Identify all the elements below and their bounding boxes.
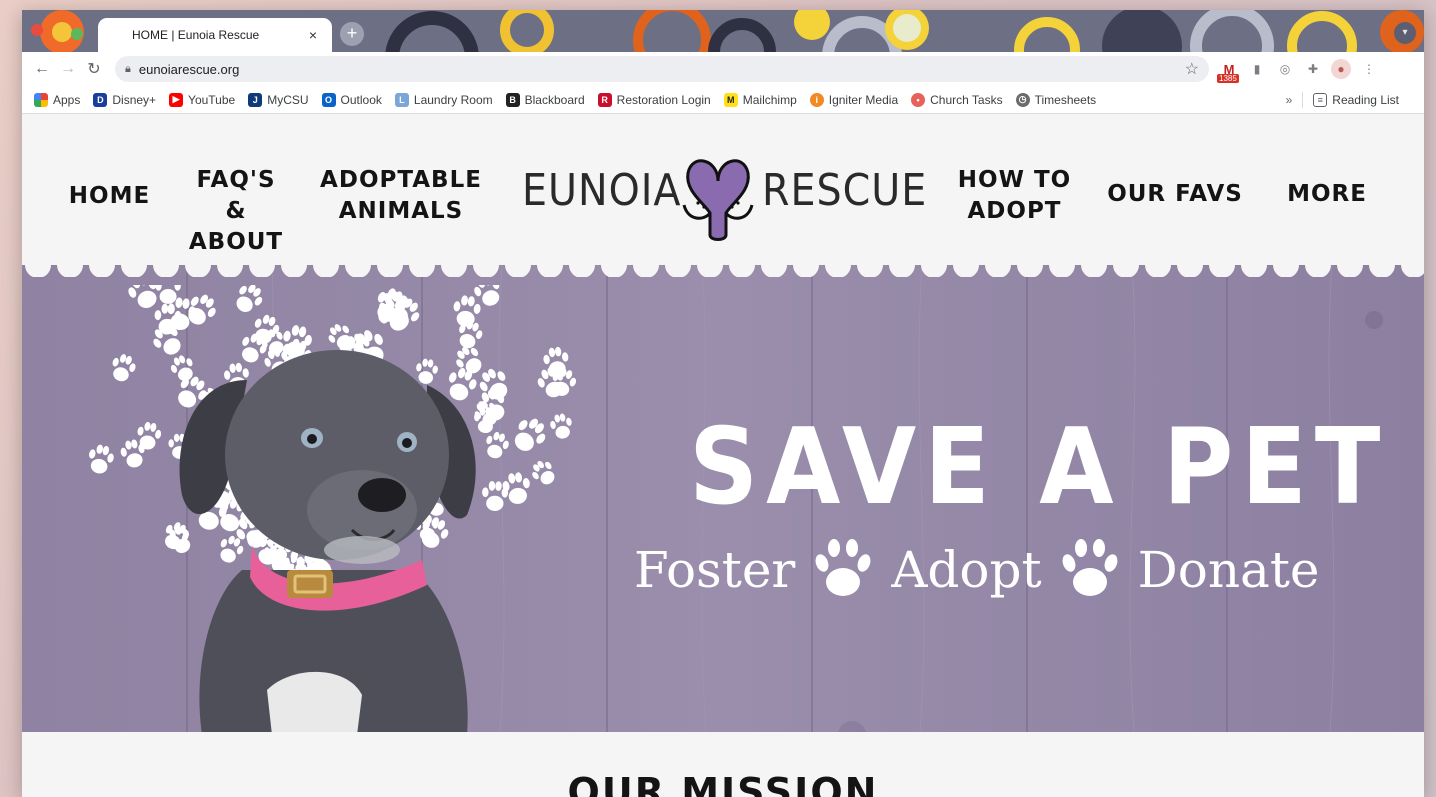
- hero-word-foster: Foster: [634, 541, 796, 599]
- mission-section: OUR MISSION: [22, 732, 1424, 797]
- bookmark-blackboard[interactable]: B Blackboard: [505, 92, 585, 107]
- mailchimp-icon: M: [723, 92, 738, 107]
- puzzle-extensions-icon[interactable]: ✚: [1303, 59, 1323, 79]
- active-tab[interactable]: HOME | Eunoia Rescue ×: [98, 18, 332, 52]
- bookmark-label: MyCSU: [267, 92, 309, 107]
- website: HOME FAQ'S & ABOUT ADOPTABLE ANIMALS EUN…: [22, 115, 1424, 797]
- new-tab-button[interactable]: +: [340, 22, 364, 46]
- reading-list-button[interactable]: ≡ Reading List: [1313, 92, 1399, 107]
- hero-word-donate: Donate: [1137, 541, 1320, 599]
- nav-more-label: MORE: [1287, 181, 1367, 207]
- chrome-menu-icon[interactable]: ⋮: [1359, 59, 1379, 79]
- bookmark-church-tasks[interactable]: • Church Tasks: [911, 92, 1003, 107]
- bookmark-label: Laundry Room: [413, 92, 493, 107]
- nav-faq-about[interactable]: FAQ'S & ABOUT: [174, 165, 298, 258]
- nav-our-favs[interactable]: OUR FAVS: [1100, 179, 1250, 210]
- mycsu-icon: J: [248, 92, 263, 107]
- back-arrow-icon[interactable]: ←: [29, 60, 55, 78]
- bookmark-star-icon[interactable]: ☆: [1185, 59, 1199, 79]
- blackboard-icon: B: [505, 92, 520, 107]
- timesheets-icon: ◷: [1015, 92, 1030, 107]
- nav-faq-label-1: FAQ'S: [196, 167, 276, 193]
- reload-icon[interactable]: ↻: [81, 59, 107, 79]
- gmail-extension-icon[interactable]: M 1385: [1217, 59, 1239, 83]
- heart-dog-nose-icon: [682, 159, 754, 241]
- url-text[interactable]: eunoiarescue.org: [139, 62, 1185, 77]
- bookmarks-overflow-icon[interactable]: »: [1286, 93, 1293, 107]
- nav-howto-label-2: ADOPT: [967, 198, 1062, 224]
- bookmark-restoration-login[interactable]: R Restoration Login: [597, 92, 711, 107]
- nav-adoptable-animals[interactable]: ADOPTABLE ANIMALS: [318, 165, 484, 227]
- logo-word-eunoia: EUNOIA: [522, 165, 682, 216]
- hero-word-adopt: Adopt: [891, 541, 1042, 599]
- gmail-unread-badge: 1385: [1217, 74, 1239, 83]
- logo-word-rescue: RESCUE: [762, 165, 928, 216]
- church-tasks-icon: •: [911, 92, 926, 107]
- disney-icon: D: [93, 92, 108, 107]
- bookmark-apps[interactable]: Apps: [34, 92, 81, 107]
- paw-print-icon: [815, 539, 871, 596]
- hero-title: SAVE A PET: [689, 405, 1389, 529]
- reading-list-label: Reading List: [1332, 92, 1399, 107]
- tab-title: HOME | Eunoia Rescue: [132, 28, 260, 42]
- forward-arrow-icon[interactable]: →: [55, 60, 81, 78]
- bookmark-timesheets[interactable]: ◷ Timesheets: [1015, 92, 1097, 107]
- bookmark-label: YouTube: [188, 92, 236, 107]
- bookmark-laundry-room[interactable]: L Laundry Room: [394, 92, 493, 107]
- bookmarks-bar: Apps D Disney+ ▶ YouTube J MyCSU O Outlo…: [22, 86, 1424, 114]
- extension-a-icon[interactable]: ▮: [1247, 59, 1267, 79]
- nav-more[interactable]: MORE: [1272, 179, 1382, 210]
- browser-window: HOME | Eunoia Rescue × + ▾ ← → ↻ 🔒︎ euno…: [22, 10, 1424, 797]
- lock-icon[interactable]: 🔒︎: [125, 63, 131, 76]
- nav-home[interactable]: HOME: [52, 181, 167, 212]
- scallop-edge: [25, 265, 1424, 277]
- site-header: HOME FAQ'S & ABOUT ADOPTABLE ANIMALS EUN…: [22, 115, 1424, 265]
- nav-adoptable-label-2: ANIMALS: [338, 198, 464, 224]
- bookmark-label: Timesheets: [1034, 92, 1097, 107]
- igniter-icon: i: [809, 92, 824, 107]
- hero-banner: SAVE A PET Foster Adopt Donate: [22, 265, 1424, 732]
- nav-favs-label: OUR FAVS: [1107, 181, 1243, 207]
- paw-print-icon: [1062, 539, 1118, 596]
- apps-grid-icon: [34, 92, 48, 107]
- bookmark-label: Outlook: [340, 92, 382, 107]
- bookmark-outlook[interactable]: O Outlook: [321, 92, 382, 107]
- restoration-icon: R: [597, 92, 612, 107]
- outlook-icon: O: [321, 92, 336, 107]
- youtube-icon: ▶: [169, 92, 184, 107]
- tab-search-icon[interactable]: ▾: [1394, 22, 1416, 44]
- puppy-photo: [179, 350, 476, 732]
- bookmark-youtube[interactable]: ▶ YouTube: [169, 92, 236, 107]
- bookmark-label: Restoration Login: [616, 92, 711, 107]
- profile-avatar[interactable]: ●: [1331, 59, 1351, 79]
- bookmark-label: Apps: [53, 92, 81, 107]
- nav-adoptable-label-1: ADOPTABLE: [320, 167, 482, 193]
- laundry-icon: L: [394, 92, 409, 107]
- bookmark-label: Blackboard: [524, 92, 585, 107]
- reading-list-icon: ≡: [1313, 92, 1328, 107]
- bookmark-disney[interactable]: D Disney+: [93, 92, 157, 107]
- bookmark-mailchimp[interactable]: M Mailchimp: [723, 92, 797, 107]
- bookmark-label: Mailchimp: [742, 92, 797, 107]
- nav-home-label: HOME: [68, 183, 151, 209]
- nav-howto-label-1: HOW TO: [957, 167, 1072, 193]
- eunoia-rescue-logo[interactable]: EUNOIA RESCUE: [522, 153, 926, 253]
- divider: [1302, 91, 1304, 108]
- tab-close-icon[interactable]: ×: [304, 27, 322, 43]
- address-bar[interactable]: 🔒︎ eunoiarescue.org ☆: [115, 56, 1209, 82]
- extensions-area: M 1385 ▮ ◎ ✚ ● ⋮: [1217, 59, 1379, 83]
- tab-strip: HOME | Eunoia Rescue × + ▾: [22, 10, 1424, 52]
- mission-title: OUR MISSION: [567, 770, 879, 797]
- bookmark-label: Church Tasks: [930, 92, 1003, 107]
- bookmark-igniter-media[interactable]: i Igniter Media: [809, 92, 899, 107]
- nav-how-to-adopt[interactable]: HOW TO ADOPT: [947, 165, 1082, 227]
- browser-toolbar: ← → ↻ 🔒︎ eunoiarescue.org ☆ M 1385 ▮ ◎ ✚ …: [22, 52, 1424, 86]
- extension-circle-icon[interactable]: ◎: [1275, 59, 1295, 79]
- hero-subtitle: Foster Adopt Donate: [634, 535, 1320, 605]
- bookmark-label: Disney+: [112, 92, 157, 107]
- nav-faq-label-2: & ABOUT: [188, 198, 284, 255]
- bookmark-label: Igniter Media: [828, 92, 899, 107]
- bookmarks-right: » ≡ Reading List: [1286, 91, 1424, 108]
- bookmark-mycsu[interactable]: J MyCSU: [248, 92, 309, 107]
